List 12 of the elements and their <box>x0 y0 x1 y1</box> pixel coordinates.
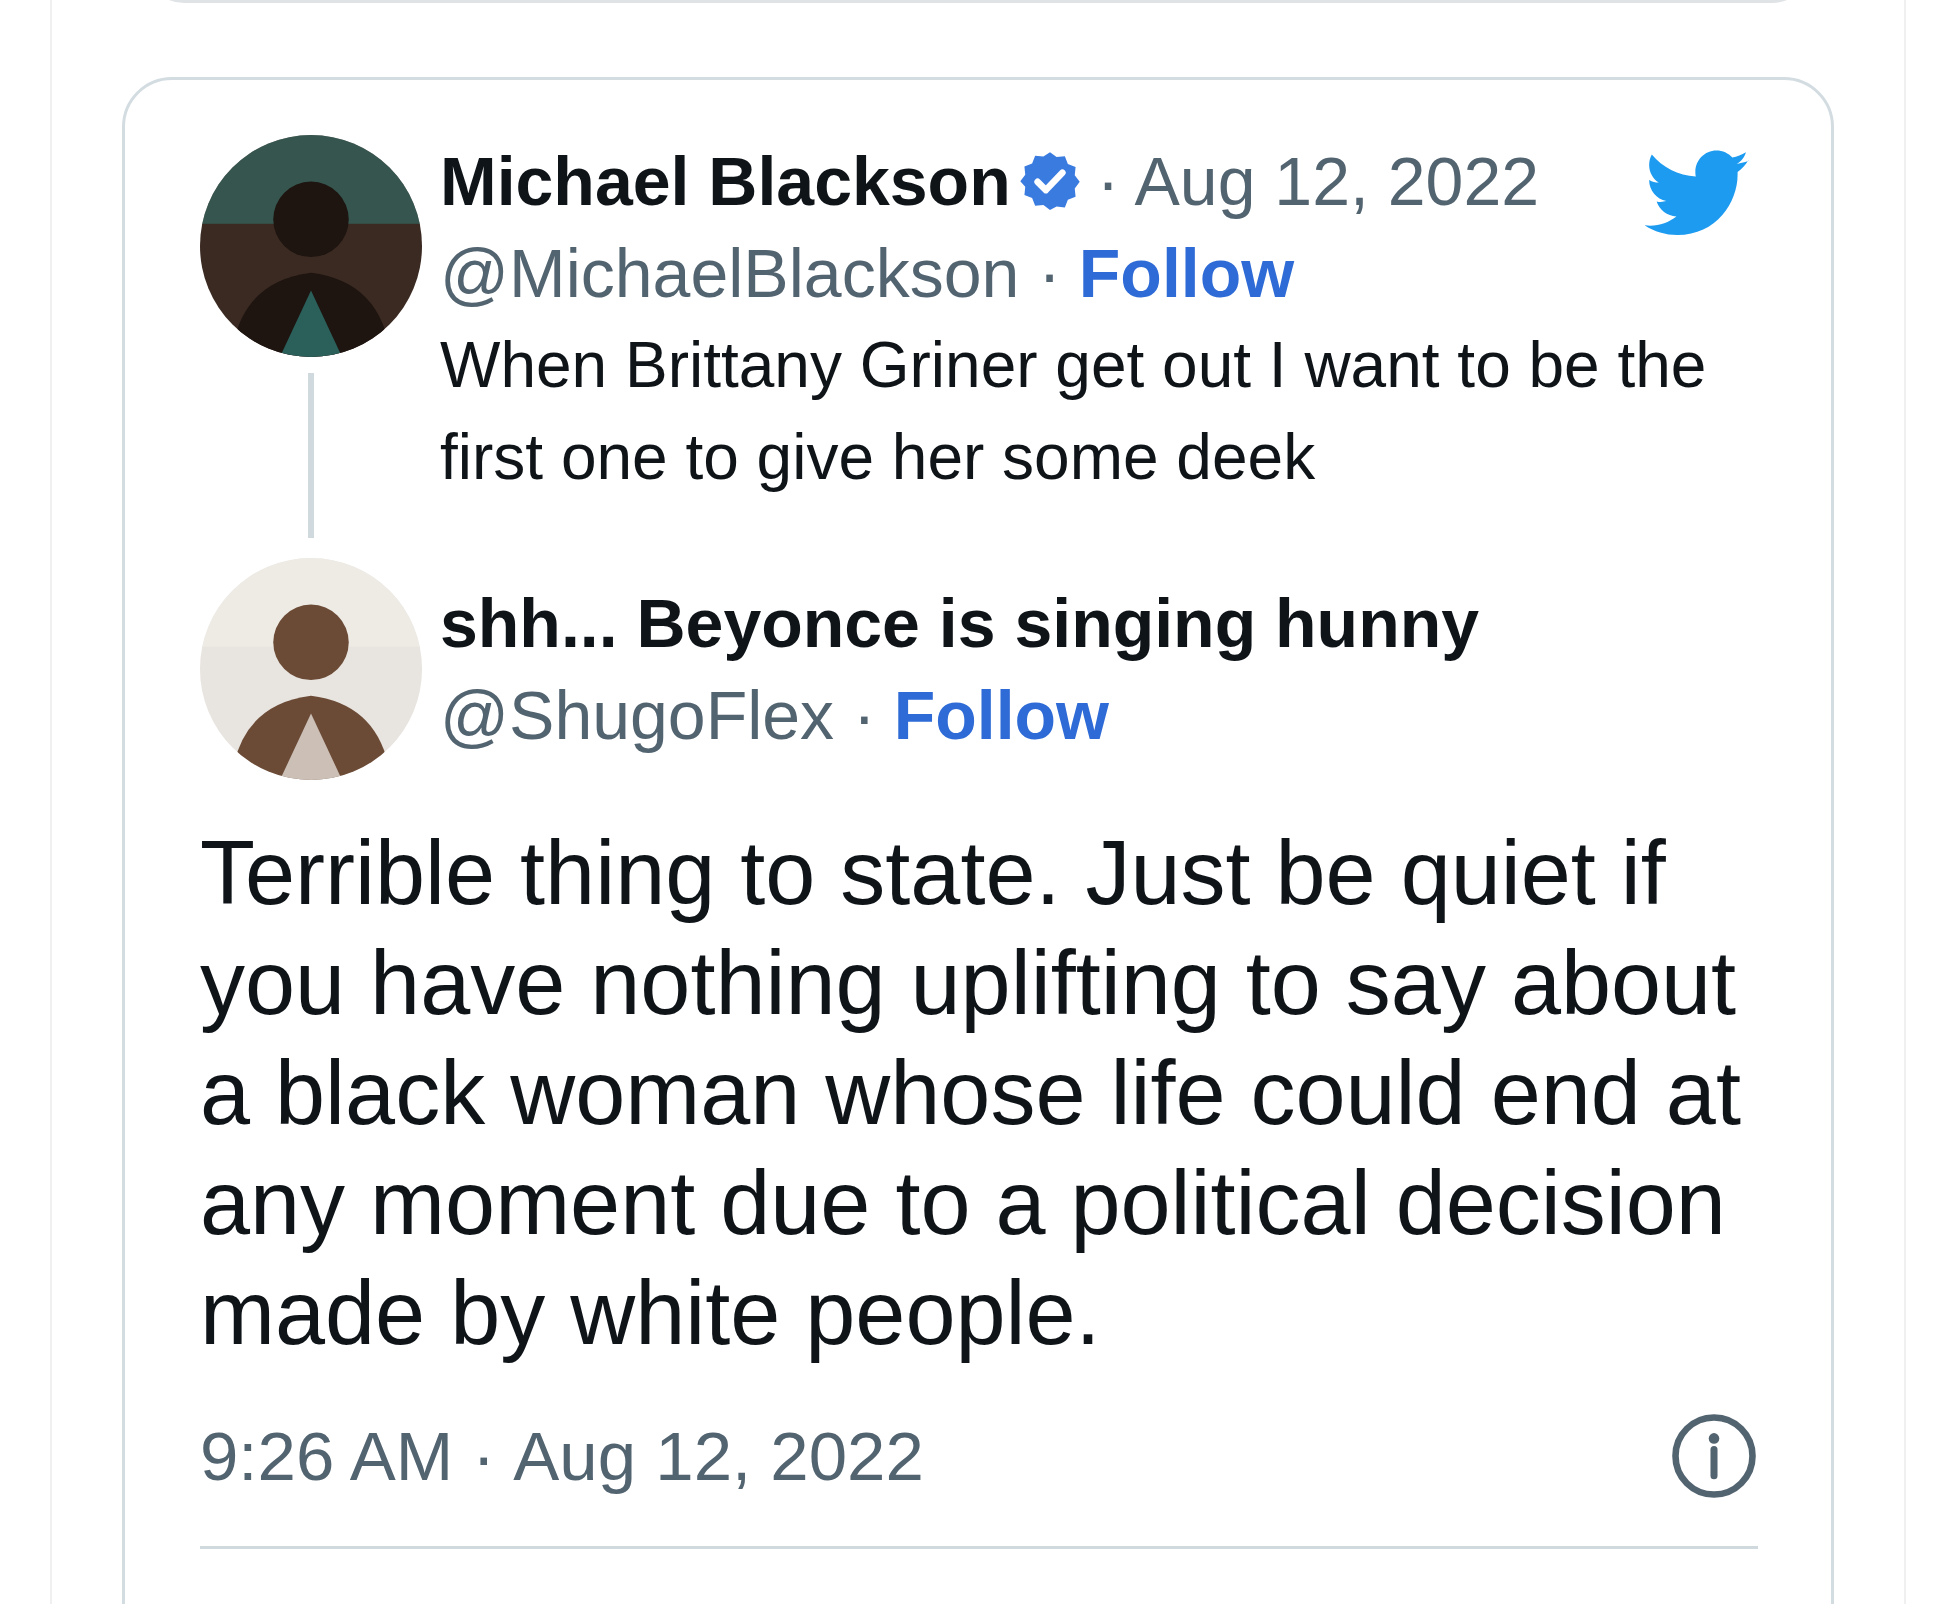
author-handle[interactable]: @ShugoFlex · <box>440 669 876 761</box>
author-handle[interactable]: @MichaelBlackson · <box>440 227 1061 319</box>
tweet-date[interactable]: · Aug 12, 2022 <box>1096 135 1540 227</box>
info-icon[interactable] <box>1670 1412 1758 1500</box>
author-name[interactable]: shh... Beyonce is singing hunny <box>440 577 1480 669</box>
follow-link[interactable]: Follow <box>893 669 1109 761</box>
tweet-text: When Brittany Griner get out I want to be the first one to give her some deek <box>440 328 1708 495</box>
reply-text: Terrible thing to state. Just be quiet if you have nothing uplifting to say about a black woman whose life could end at any moment due to a political decision made by white people. <box>200 822 1742 1365</box>
author-name[interactable]: Michael Blackson <box>440 135 1011 227</box>
tweet-time[interactable]: 9:26 AM · <box>200 1416 496 1496</box>
follow-link[interactable]: Follow <box>1078 227 1295 319</box>
tweet-date[interactable]: Aug 12, 2022 <box>513 1416 924 1496</box>
